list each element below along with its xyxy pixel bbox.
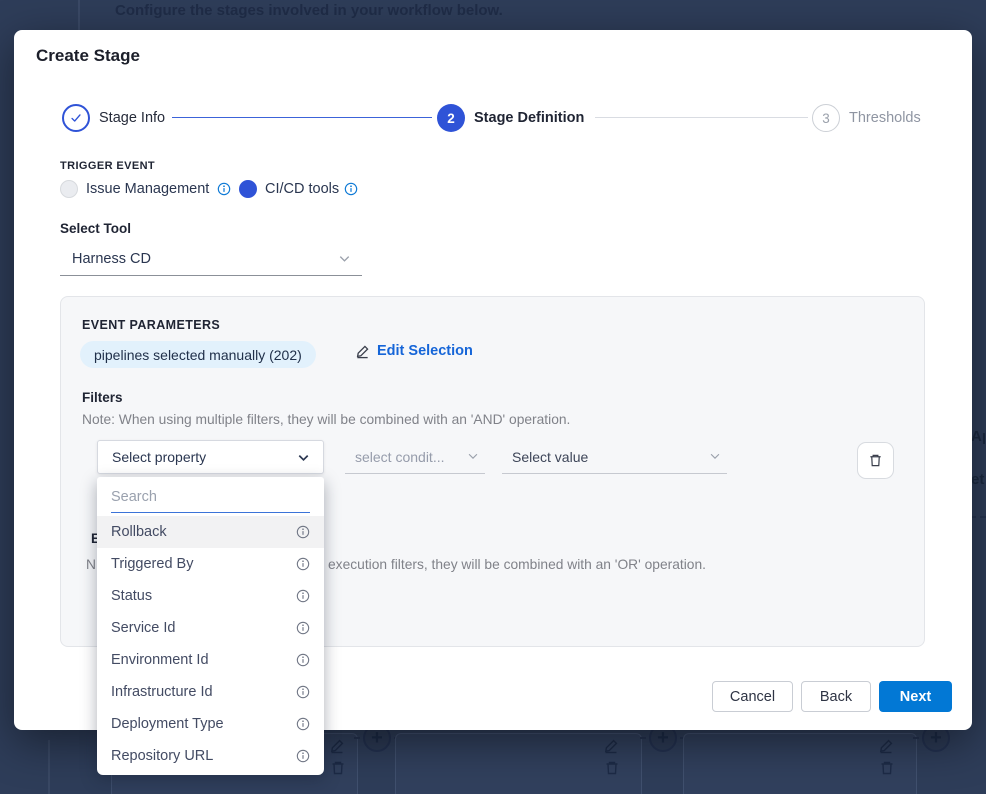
chevron-down-icon <box>337 251 352 266</box>
background-banner-text: Configure the stages involved in your wo… <box>115 2 503 19</box>
check-icon <box>69 111 83 125</box>
step-2-number: 2 <box>447 111 455 126</box>
delete-filter-button[interactable] <box>857 442 894 479</box>
execution-filters-note-fragment: execution filters, they will be combined… <box>328 557 706 572</box>
step-3-label[interactable]: Thresholds <box>849 110 921 126</box>
edit-icon <box>355 344 370 359</box>
chevron-down-icon <box>466 449 481 464</box>
trash-icon <box>330 760 346 776</box>
dropdown-item-environment-id[interactable]: Environment Id <box>97 644 324 676</box>
condition-select-value: select condit... <box>355 449 466 465</box>
back-button[interactable]: Back <box>801 681 871 712</box>
dropdown-item-triggered-by[interactable]: Triggered By <box>97 548 324 580</box>
info-icon[interactable] <box>296 653 310 667</box>
create-stage-dialog: Create Stage Stage Info 2 Stage Definiti… <box>14 30 972 730</box>
filters-heading: Filters <box>82 390 123 405</box>
edit-icon <box>878 738 894 754</box>
trigger-event-label: TRIGGER EVENT <box>60 160 155 172</box>
pipelines-selection-chip: pipelines selected manually (202) <box>80 341 316 368</box>
dropdown-item-repository-url[interactable]: Repository URL <box>97 740 324 772</box>
value-select-value: Select value <box>512 449 708 465</box>
step-1-indicator[interactable] <box>62 104 90 132</box>
radio-cicd-tools[interactable] <box>239 180 257 198</box>
screen: Configure the stages involved in your wo… <box>0 0 986 794</box>
info-icon[interactable] <box>296 685 310 699</box>
value-select[interactable]: Select value <box>502 440 727 474</box>
property-dropdown-popup: Rollback Triggered By Status Service Id … <box>97 477 324 775</box>
condition-select[interactable]: select condit... <box>345 440 485 474</box>
info-icon[interactable] <box>296 589 310 603</box>
info-icon[interactable] <box>296 621 310 635</box>
info-icon[interactable] <box>296 525 310 539</box>
dropdown-item-deployment-type[interactable]: Deployment Type <box>97 708 324 740</box>
filters-note: Note: When using multiple filters, they … <box>82 412 570 427</box>
dropdown-item-service-id[interactable]: Service Id <box>97 612 324 644</box>
search-input[interactable] <box>111 481 310 513</box>
step-3-number: 3 <box>822 111 830 126</box>
dropdown-item-rollback[interactable]: Rollback <box>97 516 324 548</box>
info-icon[interactable] <box>296 749 310 763</box>
workflow-connector-dash <box>354 737 360 739</box>
workflow-stage-card: Target Value - 4 days <box>683 733 917 794</box>
step-1-label[interactable]: Stage Info <box>99 110 165 126</box>
radio-issue-management-label[interactable]: Issue Management <box>86 181 209 197</box>
trash-icon <box>604 760 620 776</box>
background-divider <box>78 0 80 30</box>
event-parameters-heading: EVENT PARAMETERS <box>82 318 220 332</box>
step-2-indicator[interactable]: 2 <box>437 104 465 132</box>
step-2-label[interactable]: Stage Definition <box>474 110 584 126</box>
stepper-connector <box>595 117 808 118</box>
trash-icon <box>868 453 883 468</box>
background-text-fragment: et <box>971 471 985 488</box>
edit-selection-link[interactable]: Edit Selection <box>355 343 473 359</box>
edit-icon <box>329 738 345 754</box>
step-3-indicator[interactable]: 3 <box>812 104 840 132</box>
info-icon[interactable] <box>296 717 310 731</box>
tool-select[interactable]: Harness CD <box>60 242 362 276</box>
property-select-value: Select property <box>112 449 296 465</box>
next-button[interactable]: Next <box>879 681 952 712</box>
chevron-down-icon <box>296 450 311 465</box>
workflow-connector-dash <box>913 737 919 739</box>
trash-icon <box>879 760 895 776</box>
background-divider <box>48 740 50 794</box>
workflow-stage-card: Target Value - 4 days <box>395 733 642 794</box>
radio-issue-management[interactable] <box>60 180 78 198</box>
tool-select-value: Harness CD <box>72 251 337 267</box>
edit-selection-label: Edit Selection <box>377 343 473 359</box>
stepper-connector <box>172 117 432 118</box>
info-icon[interactable] <box>344 182 358 196</box>
select-tool-label: Select Tool <box>60 221 131 236</box>
execution-filters-note-fragment: N <box>86 557 96 572</box>
background-text-fragment: Ap <box>971 428 985 445</box>
dropdown-item-status[interactable]: Status <box>97 580 324 612</box>
info-icon[interactable] <box>217 182 231 196</box>
edit-icon <box>603 738 619 754</box>
property-select[interactable]: Select property <box>97 440 324 474</box>
dialog-title: Create Stage <box>36 46 140 66</box>
radio-cicd-tools-label[interactable]: CI/CD tools <box>265 181 339 197</box>
chevron-down-icon <box>708 449 723 464</box>
cancel-button[interactable]: Cancel <box>712 681 793 712</box>
workflow-connector-dash <box>640 737 646 739</box>
dropdown-item-infrastructure-id[interactable]: Infrastructure Id <box>97 676 324 708</box>
info-icon[interactable] <box>296 557 310 571</box>
